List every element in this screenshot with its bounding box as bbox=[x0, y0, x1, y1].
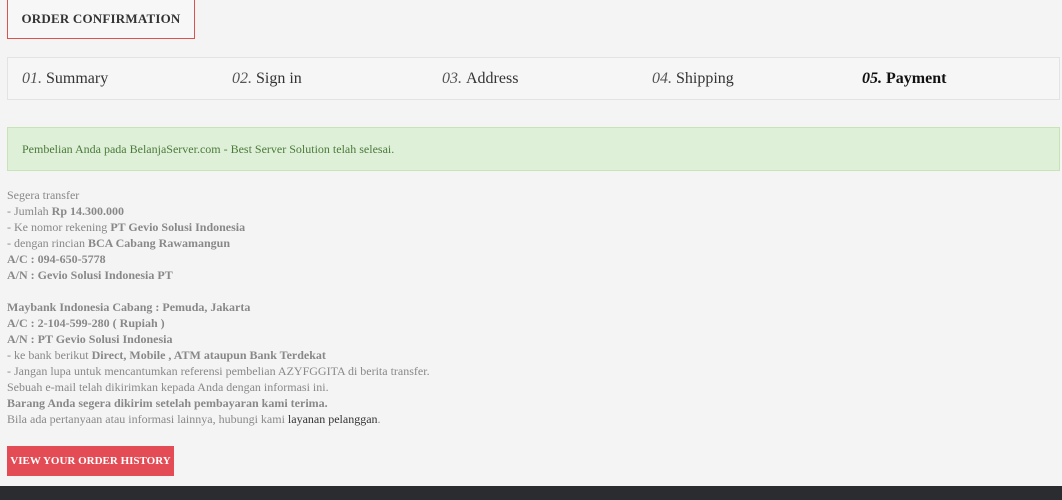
instruction-line: Segera transfer bbox=[7, 188, 80, 202]
instruction-text: - ke bank berikut bbox=[7, 348, 92, 362]
step-label: Summary bbox=[46, 70, 109, 87]
instruction-line: A/N : PT Gevio Solusi Indonesia bbox=[7, 331, 707, 347]
instruction-line: - ke bank berikut Direct, Mobile , ATM a… bbox=[7, 347, 707, 363]
instruction-line: Sebuah e-mail telah dikirimkan kepada An… bbox=[7, 380, 329, 394]
transfer-methods: Direct, Mobile , ATM ataupun Bank Terdek… bbox=[91, 348, 326, 362]
account-holder: PT Gevio Solusi Indonesia bbox=[110, 220, 246, 234]
instruction-text: - Jumlah bbox=[7, 204, 52, 218]
account-name: A/N : Gevio Solusi Indonesia PT bbox=[7, 268, 173, 282]
bank-branch: Maybank Indonesia Cabang : Pemuda, Jakar… bbox=[7, 300, 251, 314]
page-title: ORDER CONFIRMATION bbox=[7, 0, 195, 39]
account-name: A/N : PT Gevio Solusi Indonesia bbox=[7, 332, 173, 346]
instruction-line: Barang Anda segera dikirim setelah pemba… bbox=[7, 395, 707, 411]
transfer-amount: Rp 14.300.000 bbox=[51, 204, 125, 218]
instruction-line: A/N : Gevio Solusi Indonesia PT bbox=[7, 267, 707, 283]
step-label: Sign in bbox=[256, 70, 302, 87]
step-number: 01. bbox=[22, 70, 42, 87]
payment-instructions: Segera transfer - Jumlah Rp 14.300.000 -… bbox=[7, 187, 707, 427]
step-payment: 05. Payment bbox=[862, 58, 946, 99]
footer-bar bbox=[0, 486, 1062, 500]
step-number: 05. bbox=[862, 70, 882, 87]
instruction-line: A/C : 2-104-599-280 ( Rupiah ) bbox=[7, 315, 707, 331]
instruction-line: - dengan rincian BCA Cabang Rawamangun bbox=[7, 235, 707, 251]
instruction-line: A/C : 094-650-5778 bbox=[7, 251, 707, 267]
instruction-line: - Ke nomor rekening PT Gevio Solusi Indo… bbox=[7, 219, 707, 235]
step-shipping[interactable]: 04. Shipping bbox=[652, 58, 734, 99]
customer-service-link[interactable]: layanan pelanggan bbox=[288, 412, 378, 426]
instruction-text: . bbox=[377, 412, 381, 426]
step-label: Payment bbox=[886, 70, 947, 87]
instruction-text: Bila ada pertanyaan atau informasi lainn… bbox=[7, 412, 288, 426]
step-number: 04. bbox=[652, 70, 672, 87]
bank-branch: BCA Cabang Rawamangun bbox=[87, 236, 231, 250]
instruction-text: - dengan rincian bbox=[7, 236, 88, 250]
account-number: A/C : 2-104-599-280 ( Rupiah ) bbox=[7, 316, 165, 330]
step-number: 02. bbox=[232, 70, 252, 87]
step-label: Shipping bbox=[676, 70, 734, 87]
instruction-line: - Jumlah Rp 14.300.000 bbox=[7, 203, 707, 219]
step-address[interactable]: 03. Address bbox=[442, 58, 518, 99]
shipping-note: Barang Anda segera dikirim setelah pemba… bbox=[7, 396, 328, 410]
step-number: 03. bbox=[442, 70, 462, 87]
instruction-line: - Jangan lupa untuk mencantumkan referen… bbox=[7, 364, 430, 378]
step-summary[interactable]: 01. Summary bbox=[22, 58, 108, 99]
instruction-text: - Ke nomor rekening bbox=[7, 220, 111, 234]
step-sign-in[interactable]: 02. Sign in bbox=[232, 58, 302, 99]
step-label: Address bbox=[466, 70, 519, 87]
view-order-history-button[interactable]: VIEW YOUR ORDER HISTORY bbox=[7, 446, 174, 476]
instruction-line: Bila ada pertanyaan atau informasi lainn… bbox=[7, 411, 707, 427]
instruction-line: Maybank Indonesia Cabang : Pemuda, Jakar… bbox=[7, 299, 707, 315]
account-number: A/C : 094-650-5778 bbox=[7, 252, 106, 266]
success-alert: Pembelian Anda pada BelanjaServer.com - … bbox=[7, 127, 1060, 171]
checkout-steps: 01. Summary 02. Sign in 03. Address 04. Ship… bbox=[7, 57, 1060, 100]
